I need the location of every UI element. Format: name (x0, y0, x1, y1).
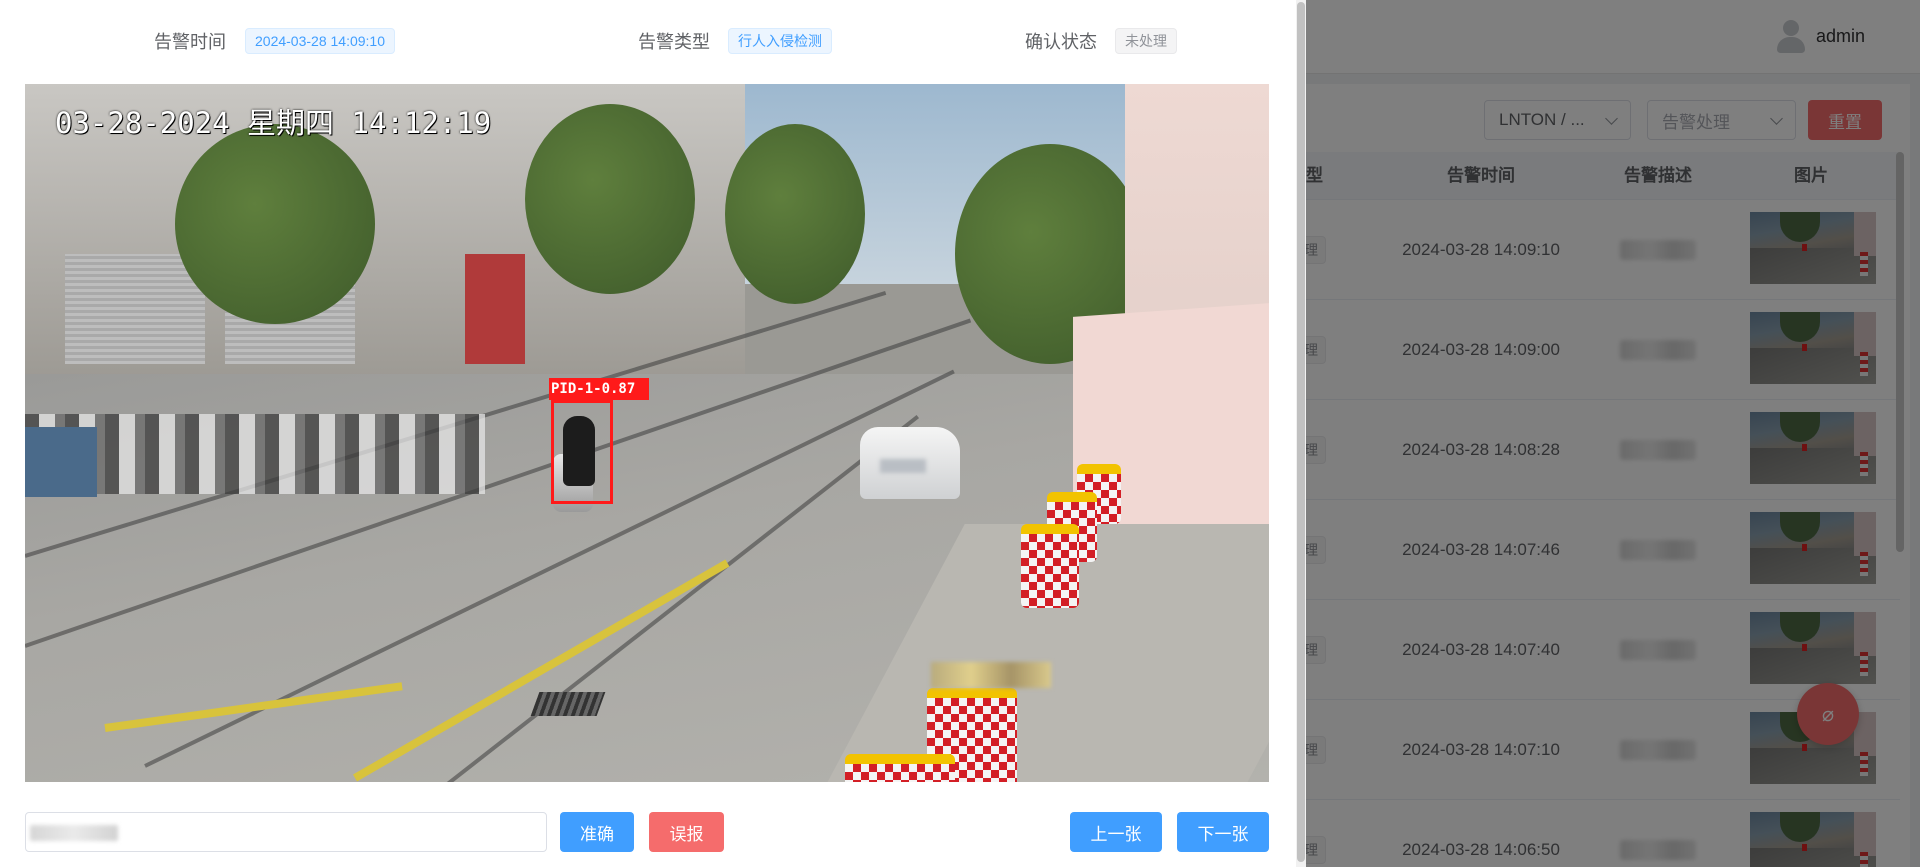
redacted-plate (880, 459, 926, 473)
alarm-type-label: 告警类型 (638, 32, 710, 52)
accurate-button[interactable]: 准确 (560, 812, 634, 852)
alarm-time-label: 告警时间 (154, 32, 226, 52)
alarm-type-tag: 行人入侵检测 (728, 28, 832, 54)
confirm-status-label: 确认状态 (1025, 32, 1097, 52)
false-alarm-button[interactable]: 误报 (649, 812, 724, 852)
detection-box (551, 400, 613, 504)
confirm-status-tag: 未处理 (1115, 28, 1177, 54)
remark-redacted-text (30, 825, 118, 841)
camera-timestamp: 03-28-2024 星期四 14:12:19 (55, 106, 492, 140)
next-button[interactable]: 下一张 (1177, 812, 1269, 852)
alarm-detail-dialog: 告警时间 2024-03-28 14:09:10 告警类型 行人入侵检测 确认状… (0, 0, 1306, 867)
previous-button[interactable]: 上一张 (1070, 812, 1162, 852)
alarm-snapshot: PID-1-0.87 03-28-2024 星期四 14:12:19 (25, 84, 1269, 782)
detection-label: PID-1-0.87 (549, 378, 650, 400)
dialog-scrollbar[interactable] (1296, 0, 1306, 867)
alarm-time-tag: 2024-03-28 14:09:10 (245, 28, 395, 54)
redacted-region (931, 662, 1051, 688)
